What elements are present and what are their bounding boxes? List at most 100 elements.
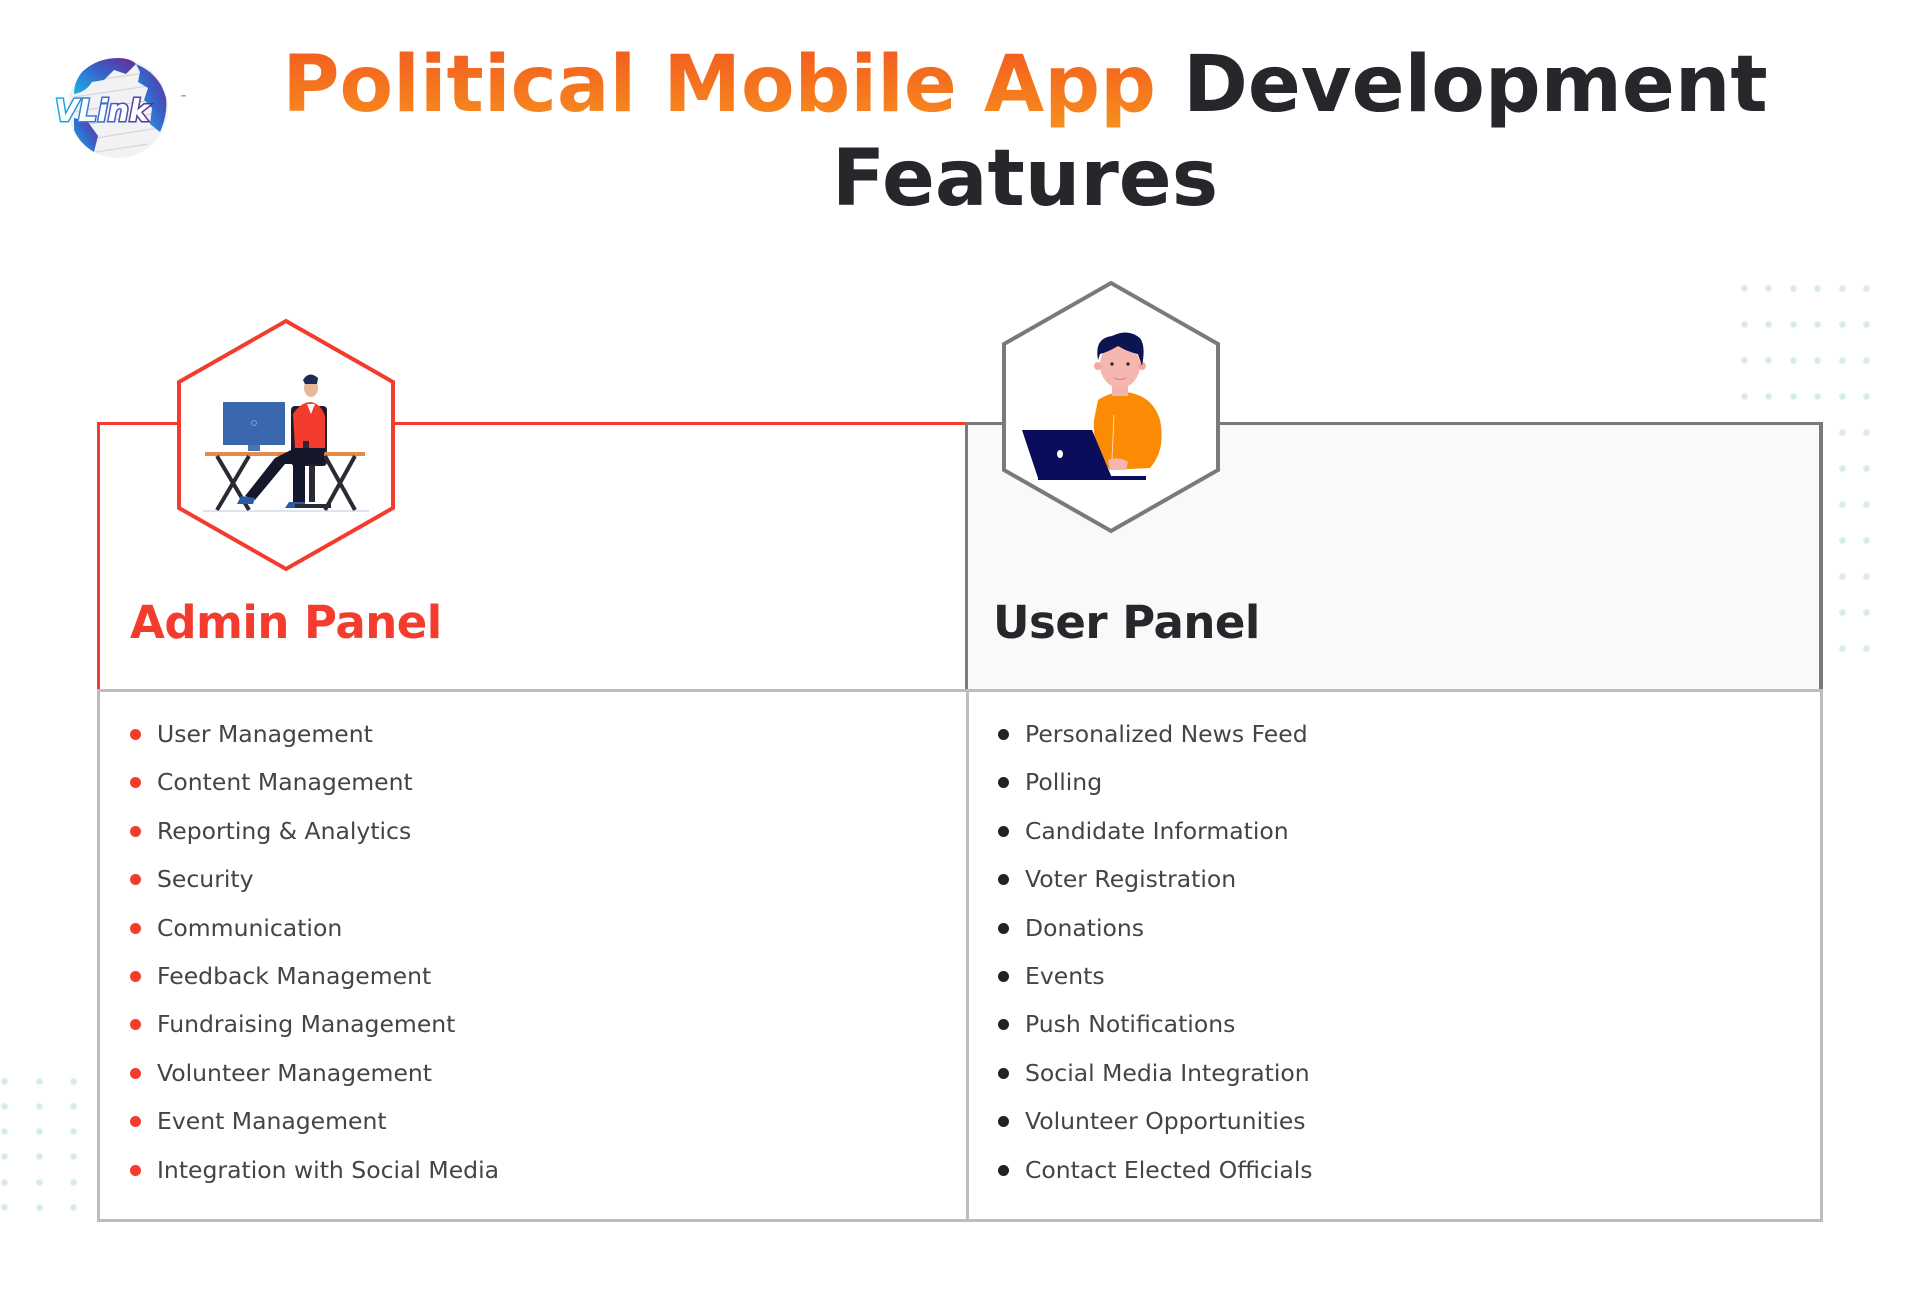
decorative-dot bbox=[1839, 357, 1846, 364]
decorative-dot bbox=[1863, 609, 1870, 616]
page-title: Political Mobile App Development Feature… bbox=[0, 38, 1920, 226]
decorative-dot bbox=[1839, 321, 1846, 328]
decorative-dot bbox=[70, 1204, 77, 1211]
bullet-icon bbox=[130, 970, 141, 982]
feature-label: Candidate Information bbox=[1025, 816, 1289, 845]
feature-label: Voter Registration bbox=[1025, 865, 1237, 894]
decorative-dot bbox=[70, 1128, 77, 1135]
admin-feature-item: Security bbox=[130, 855, 499, 903]
admin-feature-item: Integration with Social Media bbox=[130, 1146, 499, 1194]
decorative-dot bbox=[1741, 321, 1748, 328]
feature-label: Personalized News Feed bbox=[1025, 720, 1308, 748]
bullet-icon bbox=[998, 1164, 1009, 1176]
decorative-dot bbox=[1790, 285, 1797, 292]
bullet-icon bbox=[998, 1067, 1009, 1079]
feature-label: Feedback Management bbox=[157, 961, 432, 990]
decorative-dot bbox=[1839, 537, 1846, 544]
decorative-dot bbox=[1765, 321, 1772, 328]
feature-label: User Management bbox=[157, 720, 373, 748]
bullet-icon bbox=[130, 729, 141, 740]
bullet-icon bbox=[998, 1116, 1009, 1128]
decorative-dot bbox=[36, 1128, 43, 1135]
decorative-dot bbox=[1863, 393, 1870, 400]
bullet-icon bbox=[998, 970, 1009, 982]
decorative-dot bbox=[1863, 465, 1870, 472]
decorative-dot bbox=[1, 1179, 8, 1186]
feature-label: Donations bbox=[1025, 913, 1145, 942]
decorative-dot bbox=[1839, 285, 1846, 292]
admin-feature-item: Volunteer Management bbox=[130, 1049, 499, 1097]
decorative-dot bbox=[1863, 357, 1870, 364]
decorative-dot bbox=[1765, 285, 1772, 292]
bullet-icon bbox=[998, 922, 1009, 934]
decorative-dot bbox=[1765, 393, 1772, 400]
feature-label: Events bbox=[1025, 961, 1105, 990]
decorative-dot bbox=[36, 1179, 43, 1186]
admin-panel-title: Admin Panel bbox=[130, 596, 442, 649]
decorative-dot bbox=[1, 1103, 8, 1110]
decorative-dot bbox=[1, 1153, 8, 1160]
feature-label: Push Notifications bbox=[1025, 1010, 1236, 1039]
decorative-dot bbox=[1839, 501, 1846, 508]
admin-feature-item: User Management bbox=[130, 710, 499, 758]
feature-label: Communication bbox=[157, 913, 343, 942]
bullet-icon bbox=[130, 1116, 141, 1128]
decorative-dot bbox=[36, 1153, 43, 1160]
column-divider bbox=[966, 692, 969, 1222]
decorative-dot bbox=[1814, 393, 1821, 400]
decorative-dot bbox=[1863, 537, 1870, 544]
bullet-icon bbox=[130, 1164, 141, 1176]
user-feature-item: Polling bbox=[998, 758, 1313, 806]
title-line-2: Features bbox=[831, 134, 1219, 224]
feature-label: Volunteer Management bbox=[157, 1058, 433, 1087]
title-line-1: Political Mobile App Development bbox=[130, 38, 1920, 132]
decorative-dot bbox=[1790, 393, 1797, 400]
admin-feature-item: Feedback Management bbox=[130, 952, 499, 1000]
decorative-dot bbox=[1790, 357, 1797, 364]
user-feature-item: Candidate Information bbox=[998, 807, 1313, 855]
decorative-dot bbox=[1839, 465, 1846, 472]
bullet-icon bbox=[130, 1019, 141, 1031]
decorative-dot bbox=[1741, 393, 1748, 400]
user-feature-item: Contact Elected Officials bbox=[998, 1146, 1313, 1194]
feature-label: Volunteer Opportunities bbox=[1025, 1107, 1306, 1136]
user-panel-title: User Panel bbox=[993, 596, 1260, 649]
feature-lists: User Management Content Management Reporti… bbox=[97, 692, 1823, 1222]
decorative-dot bbox=[1839, 609, 1846, 616]
admin-feature-item: Event Management bbox=[130, 1097, 499, 1145]
bullet-icon bbox=[998, 729, 1009, 740]
bullet-icon bbox=[998, 777, 1009, 789]
user-feature-item: Push Notifications bbox=[998, 1000, 1313, 1048]
decorative-dot bbox=[70, 1179, 77, 1186]
title-accent: Political Mobile App bbox=[282, 40, 1156, 130]
feature-label: Content Management bbox=[157, 768, 413, 797]
decorative-dot bbox=[1814, 357, 1821, 364]
decorative-dot bbox=[1863, 573, 1870, 580]
user-feature-item: Social Media Integration bbox=[998, 1049, 1313, 1097]
feature-label: Event Management bbox=[157, 1107, 387, 1136]
title-rest: Development bbox=[1183, 40, 1768, 130]
admin-feature-item: Communication bbox=[130, 904, 499, 952]
decorative-dot bbox=[1863, 501, 1870, 508]
user-feature-item: Events bbox=[998, 952, 1313, 1000]
decorative-dot bbox=[36, 1103, 43, 1110]
decorative-dot bbox=[1814, 285, 1821, 292]
decorative-dot bbox=[1863, 645, 1870, 652]
bullet-icon bbox=[998, 874, 1009, 886]
admin-feature-item: Fundraising Management bbox=[130, 1000, 499, 1048]
user-feature-item: Volunteer Opportunities bbox=[998, 1097, 1313, 1145]
decorative-dot bbox=[1, 1128, 8, 1135]
admin-feature-list: User Management Content Management Reporti… bbox=[130, 710, 499, 1194]
decorative-dot bbox=[1, 1078, 8, 1085]
feature-label: Reporting & Analytics bbox=[157, 816, 412, 845]
decorative-dot bbox=[1839, 393, 1846, 400]
feature-label: Social Media Integration bbox=[1025, 1058, 1310, 1087]
user-feature-item: Donations bbox=[998, 904, 1313, 952]
feature-label: Integration with Social Media bbox=[157, 1155, 500, 1184]
bullet-icon bbox=[130, 874, 141, 886]
feature-label: Contact Elected Officials bbox=[1025, 1155, 1313, 1184]
decorative-dot bbox=[1814, 321, 1821, 328]
decorative-dot bbox=[36, 1078, 43, 1085]
decorative-dot bbox=[36, 1204, 43, 1211]
decorative-dot bbox=[1863, 321, 1870, 328]
